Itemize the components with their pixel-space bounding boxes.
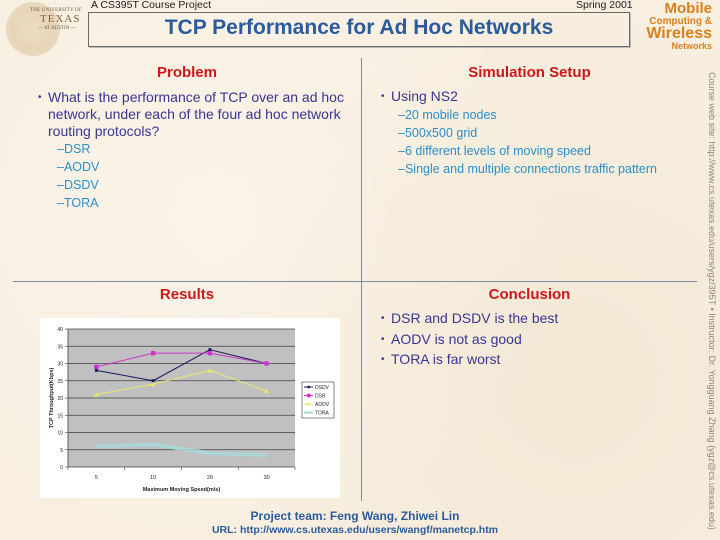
point-dsdv bbox=[208, 348, 212, 352]
side-course-info-text: Course web site: http://www.cs.utexas.ed… bbox=[707, 72, 717, 530]
term-label: Spring 2001 bbox=[576, 0, 633, 11]
y-tick-label: 40 bbox=[57, 327, 63, 333]
problem-subitem: –DSDV bbox=[57, 178, 99, 192]
y-tick-label: 35 bbox=[57, 344, 63, 350]
legend-label-dsdv: DSDV bbox=[315, 385, 330, 391]
conclusion-item-text: AODV is not as good bbox=[391, 330, 522, 347]
problem-subitem: –AODV bbox=[57, 160, 100, 174]
y-axis-label: TCP Throughput(Kbps) bbox=[49, 367, 55, 428]
x-tick-label: 20 bbox=[207, 475, 213, 481]
setup-subitems: –20 mobile nodes –500x500 grid –6 differ… bbox=[398, 106, 657, 178]
problem-bullet: • What is the performance of TCP over an… bbox=[38, 89, 356, 140]
setup-subitem: –20 mobile nodes bbox=[398, 108, 497, 122]
conclusion-item: • TORA is far worst bbox=[381, 351, 558, 372]
legend-label-aodv: AODV bbox=[315, 402, 330, 408]
setup-bullet-text: Using NS2 bbox=[391, 88, 458, 104]
y-tick-label: 30 bbox=[57, 362, 63, 368]
bullet-icon: • bbox=[381, 91, 385, 102]
ut-logo-line3: — AT AUSTIN — bbox=[38, 26, 76, 31]
legend-marker-dsr bbox=[307, 393, 311, 398]
point-dsr bbox=[94, 364, 99, 370]
results-heading: Results bbox=[159, 286, 215, 303]
bullet-icon: • bbox=[381, 333, 385, 345]
x-tick-label: 30 bbox=[264, 475, 270, 481]
y-tick-label: 0 bbox=[60, 465, 63, 471]
setup-bullet: • Using NS2 bbox=[381, 88, 458, 105]
setup-heading: Simulation Setup bbox=[468, 64, 591, 81]
project-url[interactable]: URL: http://www.cs.utexas.edu/users/wang… bbox=[13, 524, 697, 536]
ut-logo-texas: TEXAS bbox=[40, 13, 81, 25]
project-team: Project team: Feng Wang, Zhiwei Lin bbox=[250, 509, 460, 523]
bullet-icon: • bbox=[381, 313, 385, 324]
conclusion-item: • AODV is not as good bbox=[381, 331, 558, 352]
point-dsr bbox=[207, 350, 213, 356]
side-course-info: Course web site: http://www.cs.utexas.ed… bbox=[705, 72, 719, 532]
y-tick-label: 10 bbox=[57, 431, 63, 437]
problem-bullet-text: What is the performance of TCP over an a… bbox=[48, 89, 344, 139]
y-tick-label: 15 bbox=[57, 413, 63, 419]
setup-subitem: –500x500 grid bbox=[398, 126, 478, 140]
point-dsr bbox=[150, 350, 156, 356]
bullet-icon: • bbox=[381, 354, 385, 365]
problem-subitem: –DSR bbox=[57, 142, 91, 156]
point-dsdv bbox=[94, 368, 98, 372]
setup-subitem: –6 different levels of moving speed bbox=[398, 144, 591, 158]
y-tick-label: 25 bbox=[57, 379, 63, 385]
problem-subitem: –TORA bbox=[57, 196, 99, 210]
y-tick-label: 20 bbox=[57, 396, 63, 402]
conclusion-heading: Conclusion bbox=[488, 286, 571, 303]
legend-marker-dsdv bbox=[307, 385, 310, 389]
course-label: A CS395T Course Project bbox=[91, 0, 212, 11]
y-tick-label: 5 bbox=[60, 448, 63, 454]
horizontal-divider bbox=[13, 281, 697, 282]
conclusion-list: • DSR and DSDV is the best • AODV is not… bbox=[381, 310, 558, 372]
brand-networks: Networks bbox=[671, 41, 712, 51]
legend-label-tora: TORA bbox=[315, 410, 329, 416]
legend-label-dsr: DSR bbox=[315, 393, 326, 399]
x-tick-label: 5 bbox=[95, 475, 98, 481]
results-chart: 0 5 10 15 20 25 30 35 40 5 10 20 30 Maximum Moving Sp… bbox=[40, 318, 340, 498]
conclusion-item-text: DSR and DSDV is the best bbox=[391, 310, 559, 326]
x-tick-label: 10 bbox=[150, 475, 156, 481]
problem-subitems: –DSR –AODV –DSDV –TORA bbox=[57, 140, 99, 212]
x-axis-label: Maximum Moving Speed(m/s) bbox=[143, 487, 220, 493]
page-title: TCP Performance for Ad Hoc Networks bbox=[164, 16, 554, 39]
bullet-icon: • bbox=[38, 92, 42, 103]
setup-subitem: –Single and multiple connections traffic… bbox=[398, 162, 657, 176]
chart-svg: 0 5 10 15 20 25 30 35 40 5 10 20 30 Maximum Moving Sp… bbox=[49, 327, 335, 493]
point-dsr bbox=[264, 361, 269, 366]
conclusion-item-text: TORA is far worst bbox=[391, 351, 501, 367]
vertical-divider bbox=[361, 58, 362, 501]
brand-mobile: Mobile bbox=[664, 0, 713, 17]
conclusion-item: • DSR and DSDV is the best bbox=[381, 310, 558, 331]
problem-heading: Problem bbox=[156, 64, 217, 81]
